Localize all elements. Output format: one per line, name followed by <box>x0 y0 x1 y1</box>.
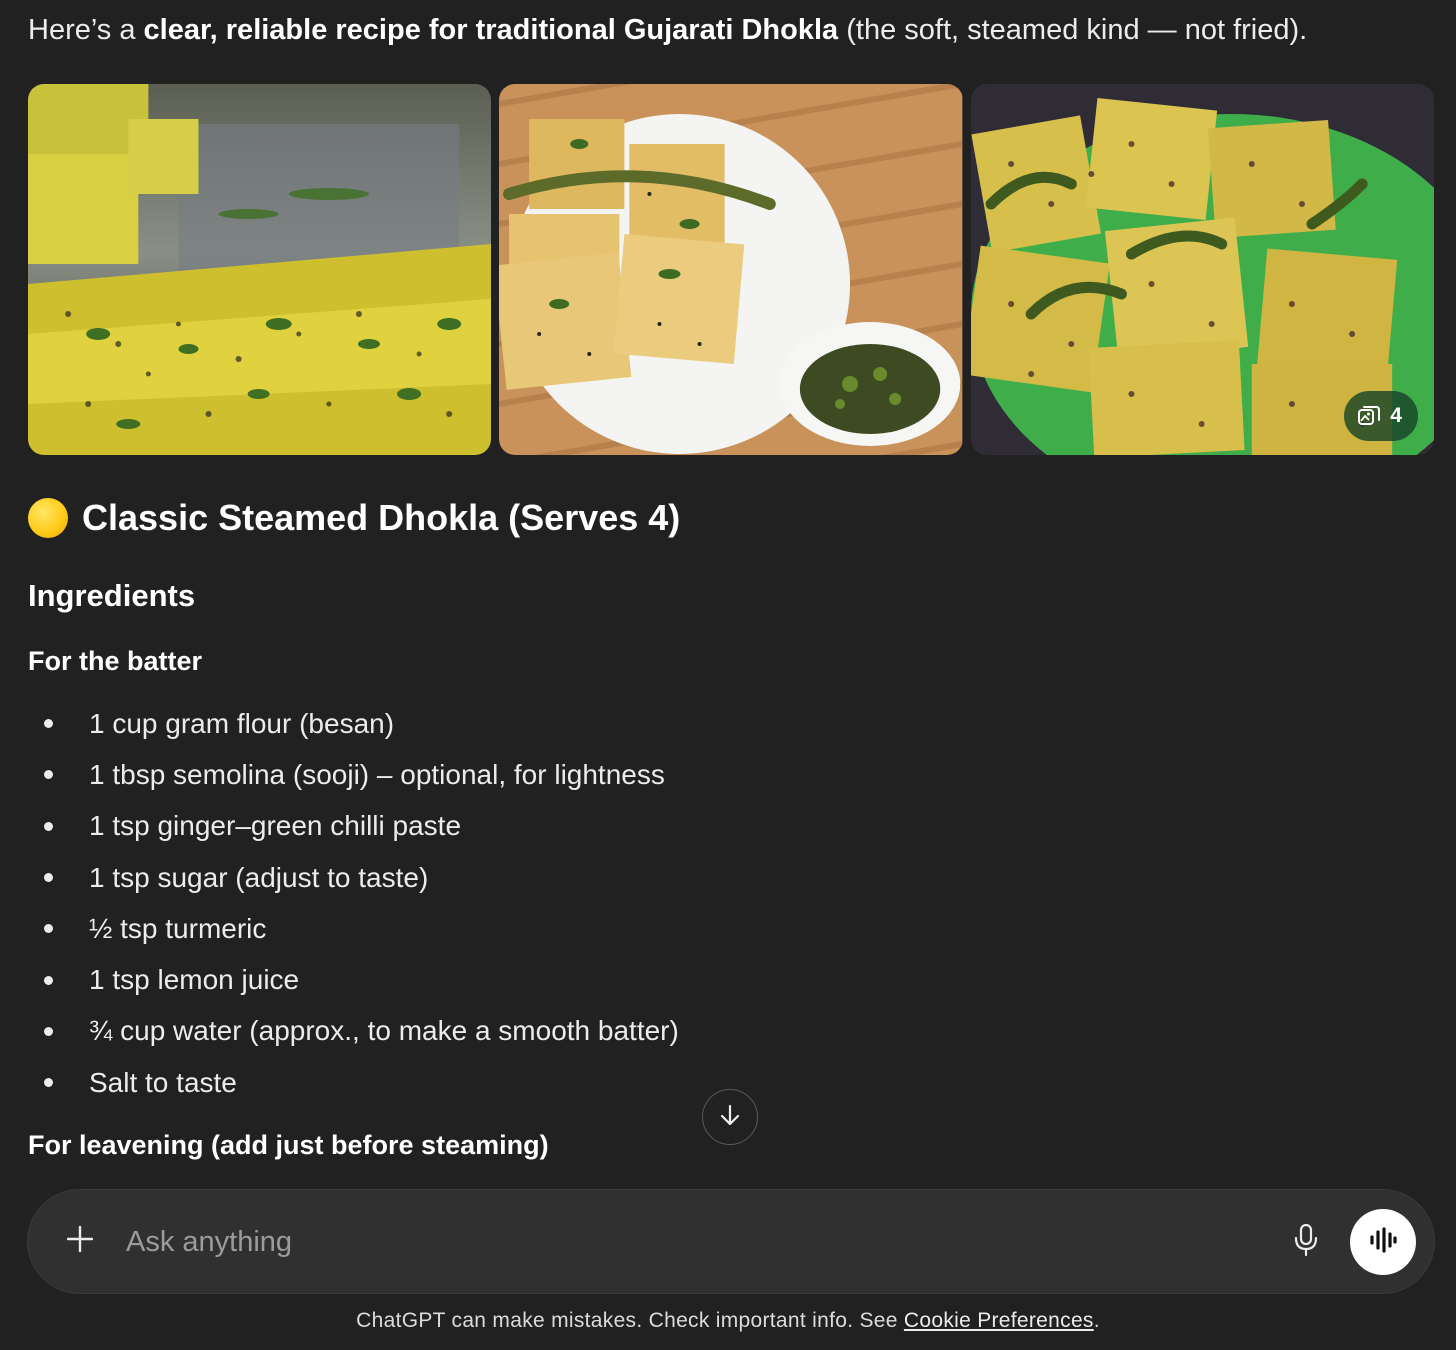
disclaimer-suffix: . <box>1093 1309 1100 1332</box>
list-item: ¾ cup water (approx., to make a smooth b… <box>28 1006 679 1057</box>
gallery-count-badge[interactable]: 4 <box>1344 391 1418 441</box>
microphone-icon <box>1293 1223 1319 1262</box>
bullet-icon <box>44 821 53 831</box>
voice-mode-button[interactable] <box>1350 1209 1416 1275</box>
disclaimer-text: ChatGPT can make mistakes. Check importa… <box>356 1309 904 1332</box>
list-item-text: ½ tsp turmeric <box>89 912 267 944</box>
list-item: 1 tbsp semolina (sooji) – optional, for … <box>28 749 679 800</box>
cookie-preferences-link[interactable]: Cookie Preferences <box>904 1309 1094 1332</box>
scroll-to-bottom-button[interactable] <box>702 1089 758 1145</box>
bullet-icon <box>44 1026 53 1036</box>
dhokla-photo-1[interactable] <box>28 84 492 455</box>
dhokla-photo-2[interactable] <box>499 84 963 455</box>
list-item-text: 1 tsp sugar (adjust to taste) <box>89 861 429 893</box>
list-item-text: 1 tbsp semolina (sooji) – optional, for … <box>89 758 665 790</box>
ask-input[interactable] <box>124 1216 1258 1268</box>
list-item: Salt to taste <box>28 1057 679 1108</box>
add-attachment-button[interactable] <box>58 1219 102 1263</box>
list-item: 1 cup gram flour (besan) <box>28 698 679 749</box>
bullet-icon <box>44 924 53 934</box>
list-item: 1 tsp lemon juice <box>28 954 679 1005</box>
plus-icon <box>65 1224 95 1259</box>
recipe-title: Classic Steamed Dhokla (Serves 4) <box>28 492 680 544</box>
intro-bold: clear, reliable recipe for traditional G… <box>143 14 839 46</box>
list-item-text: Salt to taste <box>89 1066 237 1098</box>
list-item: ½ tsp turmeric <box>28 903 679 954</box>
image-gallery: 4 <box>28 84 1434 455</box>
disclaimer: ChatGPT can make mistakes. Check importa… <box>0 1309 1456 1333</box>
list-item-text: ¾ cup water (approx., to make a smooth b… <box>89 1015 679 1047</box>
list-item: 1 tsp ginger–green chilli paste <box>28 801 679 852</box>
message-composer <box>28 1190 1434 1293</box>
arrow-down-icon <box>717 1102 743 1133</box>
dhokla-photo-3[interactable]: 4 <box>970 84 1434 455</box>
batter-ingredient-list: 1 cup gram flour (besan) 1 tbsp semolina… <box>28 698 679 1108</box>
bullet-icon <box>44 770 53 780</box>
ingredients-heading: Ingredients <box>28 578 196 613</box>
dictate-button[interactable] <box>1284 1220 1328 1264</box>
recipe-title-text: Classic Steamed Dhokla (Serves 4) <box>82 497 681 538</box>
leavening-heading: For leavening (add just before steaming) <box>28 1130 549 1160</box>
voice-waveform-icon <box>1368 1226 1398 1258</box>
response-intro: Here’s a clear, reliable recipe for trad… <box>28 10 1307 50</box>
list-item-text: 1 cup gram flour (besan) <box>89 707 395 739</box>
bullet-icon <box>44 719 53 729</box>
list-item: 1 tsp sugar (adjust to taste) <box>28 852 679 903</box>
yellow-circle-emoji-icon <box>28 498 68 538</box>
intro-suffix: (the soft, steamed kind — not fried). <box>838 14 1308 46</box>
batter-heading: For the batter <box>28 646 203 676</box>
image-stack-icon <box>1356 403 1382 429</box>
gallery-count: 4 <box>1390 404 1402 427</box>
bullet-icon <box>44 975 53 985</box>
list-item-text: 1 tsp ginger–green chilli paste <box>89 810 462 842</box>
bullet-icon <box>44 873 53 883</box>
intro-prefix: Here’s a <box>28 14 144 46</box>
list-item-text: 1 tsp lemon juice <box>89 964 300 996</box>
bullet-icon <box>44 1078 53 1088</box>
